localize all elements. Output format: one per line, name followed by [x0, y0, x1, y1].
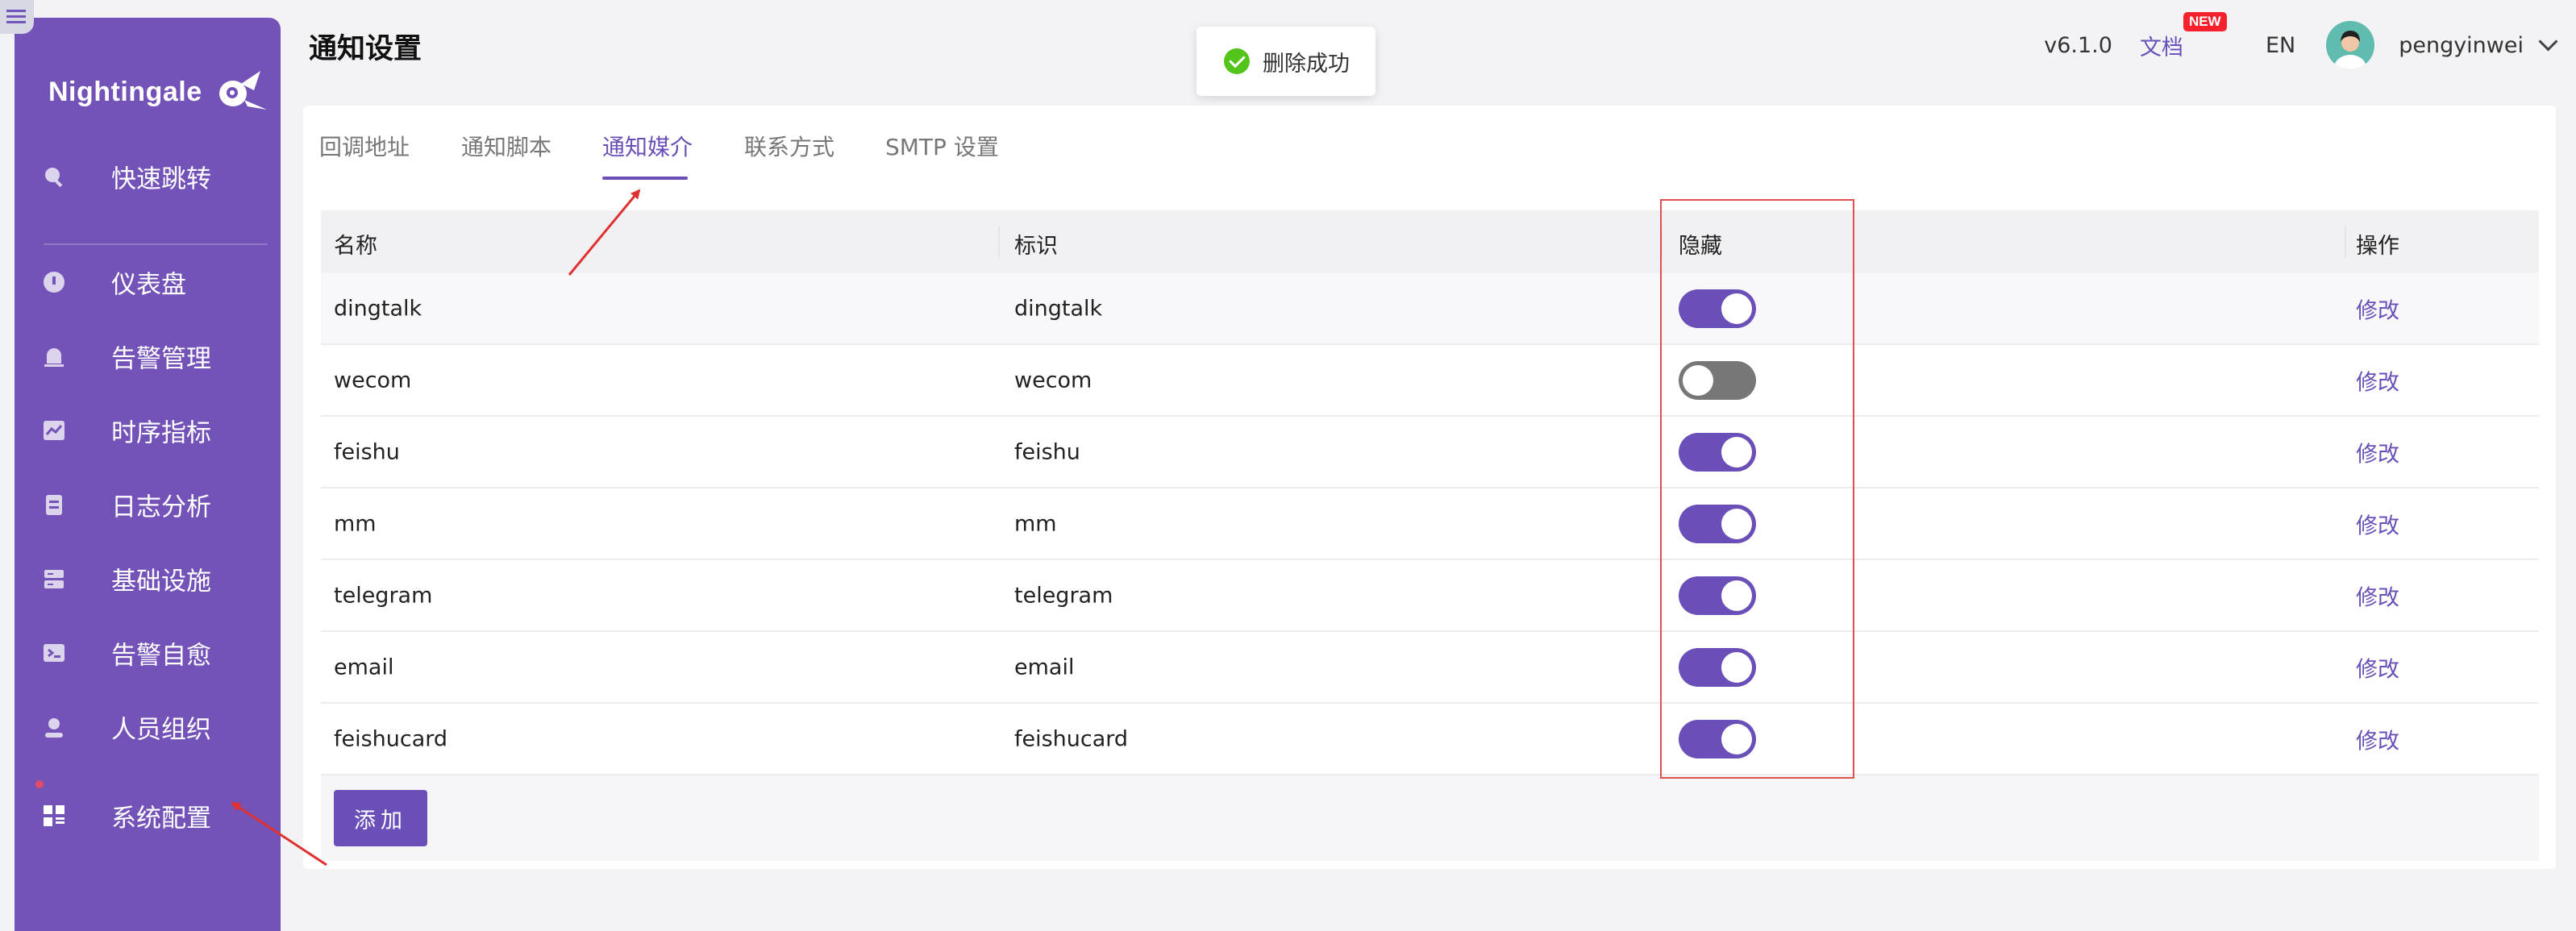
annotation-arrow-sidebar	[231, 801, 327, 867]
menu-toggle-icon[interactable]	[0, 0, 34, 34]
annotation-arrows	[231, 189, 641, 867]
annotation-arrow-tab	[568, 189, 641, 276]
